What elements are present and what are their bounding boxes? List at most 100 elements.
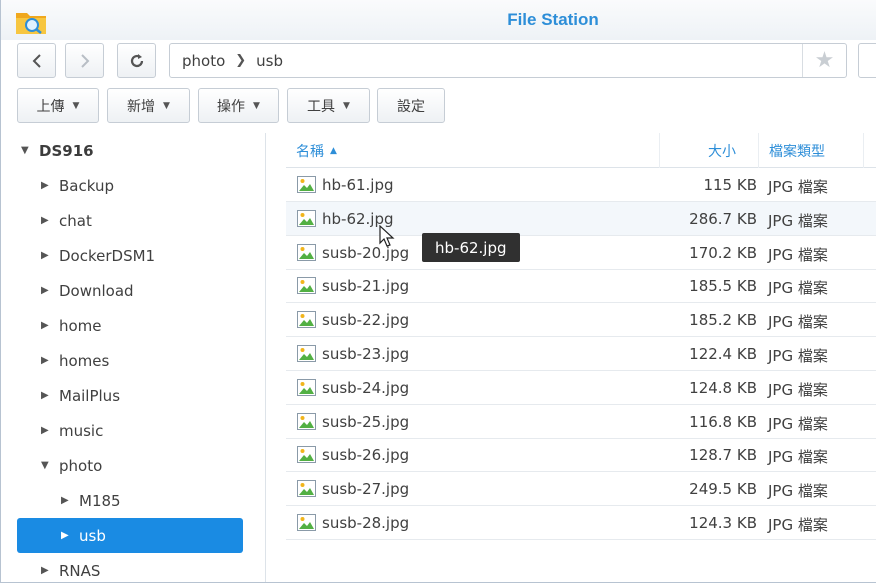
file-size: 185.2 KB xyxy=(689,311,757,330)
file-type: JPG 檔案 xyxy=(768,516,828,534)
favorite-button[interactable]: ★ xyxy=(802,44,846,77)
upload-button[interactable]: 上傳 ▼ xyxy=(17,88,99,123)
file-name: susb-24.jpg xyxy=(322,378,410,397)
sidebar-item-label: chat xyxy=(59,211,92,230)
file-name: susb-26.jpg xyxy=(322,446,410,465)
image-file-icon xyxy=(297,243,316,261)
file-type: JPG 檔案 xyxy=(768,414,828,433)
file-size: 115 KB xyxy=(703,176,757,194)
action-button[interactable]: 操作 ▼ xyxy=(198,88,279,123)
title-bar: File Station xyxy=(1,0,876,40)
sidebar-item-label: M185 xyxy=(79,491,121,510)
caret-right-icon[interactable]: ▶ xyxy=(41,250,55,261)
file-size: 124.3 KB xyxy=(689,514,757,532)
forward-button[interactable] xyxy=(65,43,104,78)
file-type: JPG 檔案 xyxy=(768,245,828,264)
settings-label: 設定 xyxy=(397,98,425,115)
chevron-right-icon xyxy=(80,53,89,68)
caret-right-icon[interactable]: ▶ xyxy=(61,495,75,506)
settings-button[interactable]: 設定 xyxy=(377,88,445,123)
column-header-type[interactable]: 檔案類型 xyxy=(758,133,864,168)
caret-right-icon[interactable]: ▶ xyxy=(41,180,55,191)
search-filter-button[interactable] xyxy=(858,43,876,78)
file-row[interactable]: susb-20.jpg 170.2 KB JPG 檔案 xyxy=(286,236,876,270)
file-type: JPG 檔案 xyxy=(768,347,828,365)
file-type: JPG 檔案 xyxy=(768,448,828,467)
sidebar-item-m185[interactable]: ▶ M185 xyxy=(61,483,241,518)
column-header-size[interactable]: 大小 xyxy=(659,133,758,168)
tools-button[interactable]: 工具 ▼ xyxy=(287,88,370,123)
file-type: JPG 檔案 xyxy=(768,211,828,230)
caret-right-icon[interactable]: ▶ xyxy=(41,215,55,226)
file-name: susb-28.jpg xyxy=(322,514,410,532)
file-row[interactable]: hb-62.jpg 286.7 KB JPG 檔案 xyxy=(286,201,876,236)
file-row[interactable]: susb-27.jpg 249.5 KB JPG 檔案 xyxy=(286,472,876,507)
caret-right-icon[interactable]: ▶ xyxy=(41,565,55,576)
sidebar-item-label: photo xyxy=(59,456,103,475)
filename-tooltip: hb-62.jpg xyxy=(422,233,520,262)
file-size: 170.2 KB xyxy=(689,243,757,262)
sidebar-item-backup[interactable]: ▶ Backup xyxy=(41,168,241,203)
sidebar-item-rnas[interactable]: ▶ RNAS xyxy=(41,553,241,582)
path-bar[interactable]: photo ❯ usb ★ xyxy=(169,43,847,78)
sidebar-item-dockerdsm1[interactable]: ▶ DockerDSM1 xyxy=(41,238,241,273)
caret-right-icon[interactable]: ▶ xyxy=(41,355,55,366)
image-file-icon xyxy=(297,277,316,295)
window-title: File Station xyxy=(507,10,599,29)
column-header-type-label: 檔案類型 xyxy=(769,143,825,160)
file-row[interactable]: susb-23.jpg 122.4 KB JPG 檔案 xyxy=(286,337,876,371)
caret-right-icon[interactable]: ▶ xyxy=(41,390,55,401)
column-header-name-label: 名稱 xyxy=(296,143,324,160)
image-file-icon xyxy=(297,480,316,498)
star-icon: ★ xyxy=(814,48,835,73)
sidebar-item-photo[interactable]: ▼ photo xyxy=(41,448,241,483)
file-name: susb-22.jpg xyxy=(322,311,410,330)
file-row[interactable]: susb-28.jpg 124.3 KB JPG 檔案 xyxy=(286,506,876,540)
create-button[interactable]: 新增 ▼ xyxy=(107,88,190,123)
path-segment-usb[interactable]: usb xyxy=(256,52,283,70)
caret-right-icon[interactable]: ▶ xyxy=(41,320,55,331)
file-size: 128.7 KB xyxy=(689,446,757,465)
caret-right-icon[interactable]: ▶ xyxy=(61,530,75,541)
image-file-icon xyxy=(297,446,316,464)
file-row[interactable]: susb-22.jpg 185.2 KB JPG 檔案 xyxy=(286,303,876,338)
sidebar-item-label: Download xyxy=(59,281,134,300)
file-size: 122.4 KB xyxy=(689,345,757,363)
sidebar-item-label: RNAS xyxy=(59,561,101,580)
file-type: JPG 檔案 xyxy=(768,482,828,501)
sidebar-item-label: usb xyxy=(79,526,106,545)
path-separator-icon: ❯ xyxy=(235,53,247,68)
sidebar-item-homes[interactable]: ▶ homes xyxy=(41,343,241,378)
caret-down-icon[interactable]: ▼ xyxy=(21,145,35,156)
sidebar-item-download[interactable]: ▶ Download xyxy=(41,273,241,308)
file-row[interactable]: susb-25.jpg 116.8 KB JPG 檔案 xyxy=(286,405,876,439)
file-list-header: 名稱 ▲ 大小 檔案類型 xyxy=(286,133,876,168)
back-button[interactable] xyxy=(17,43,56,78)
sidebar-item-music[interactable]: ▶ music xyxy=(41,413,241,448)
sidebar-item-label: Backup xyxy=(59,176,114,195)
refresh-icon xyxy=(130,53,143,67)
sort-ascending-icon: ▲ xyxy=(330,145,337,156)
sidebar-item-mailplus[interactable]: ▶ MailPlus xyxy=(41,378,241,413)
action-label: 操作 xyxy=(217,98,246,115)
tree-root-ds916[interactable]: ▼ DS916 xyxy=(21,133,241,168)
chevron-left-icon xyxy=(32,53,41,68)
column-header-name[interactable]: 名稱 ▲ xyxy=(296,133,337,168)
file-name: susb-27.jpg xyxy=(322,480,410,499)
path-segment-photo[interactable]: photo xyxy=(182,52,225,70)
file-row[interactable]: hb-61.jpg 115 KB JPG 檔案 xyxy=(286,168,876,202)
image-file-icon xyxy=(297,378,316,396)
file-row[interactable]: susb-26.jpg 128.7 KB JPG 檔案 xyxy=(286,438,876,473)
file-station-window: File Station photo ❯ usb ★ 上傳 ▼ 新增 ▼ 操作 ▼ 工… xyxy=(0,0,876,583)
caret-right-icon[interactable]: ▶ xyxy=(41,285,55,296)
file-row[interactable]: susb-21.jpg 185.5 KB JPG 檔案 xyxy=(286,269,876,304)
file-row[interactable]: susb-24.jpg 124.8 KB JPG 檔案 xyxy=(286,371,876,405)
sidebar-item-usb[interactable]: ▶ usb xyxy=(17,518,243,553)
sidebar-item-home[interactable]: ▶ home xyxy=(41,308,241,343)
caret-down-icon[interactable]: ▼ xyxy=(41,460,55,471)
refresh-button[interactable] xyxy=(117,43,156,78)
caret-right-icon[interactable]: ▶ xyxy=(41,425,55,436)
sidebar-item-chat[interactable]: ▶ chat xyxy=(41,203,241,238)
caret-down-icon: ▼ xyxy=(343,100,350,111)
file-type: JPG 檔案 xyxy=(768,313,828,332)
